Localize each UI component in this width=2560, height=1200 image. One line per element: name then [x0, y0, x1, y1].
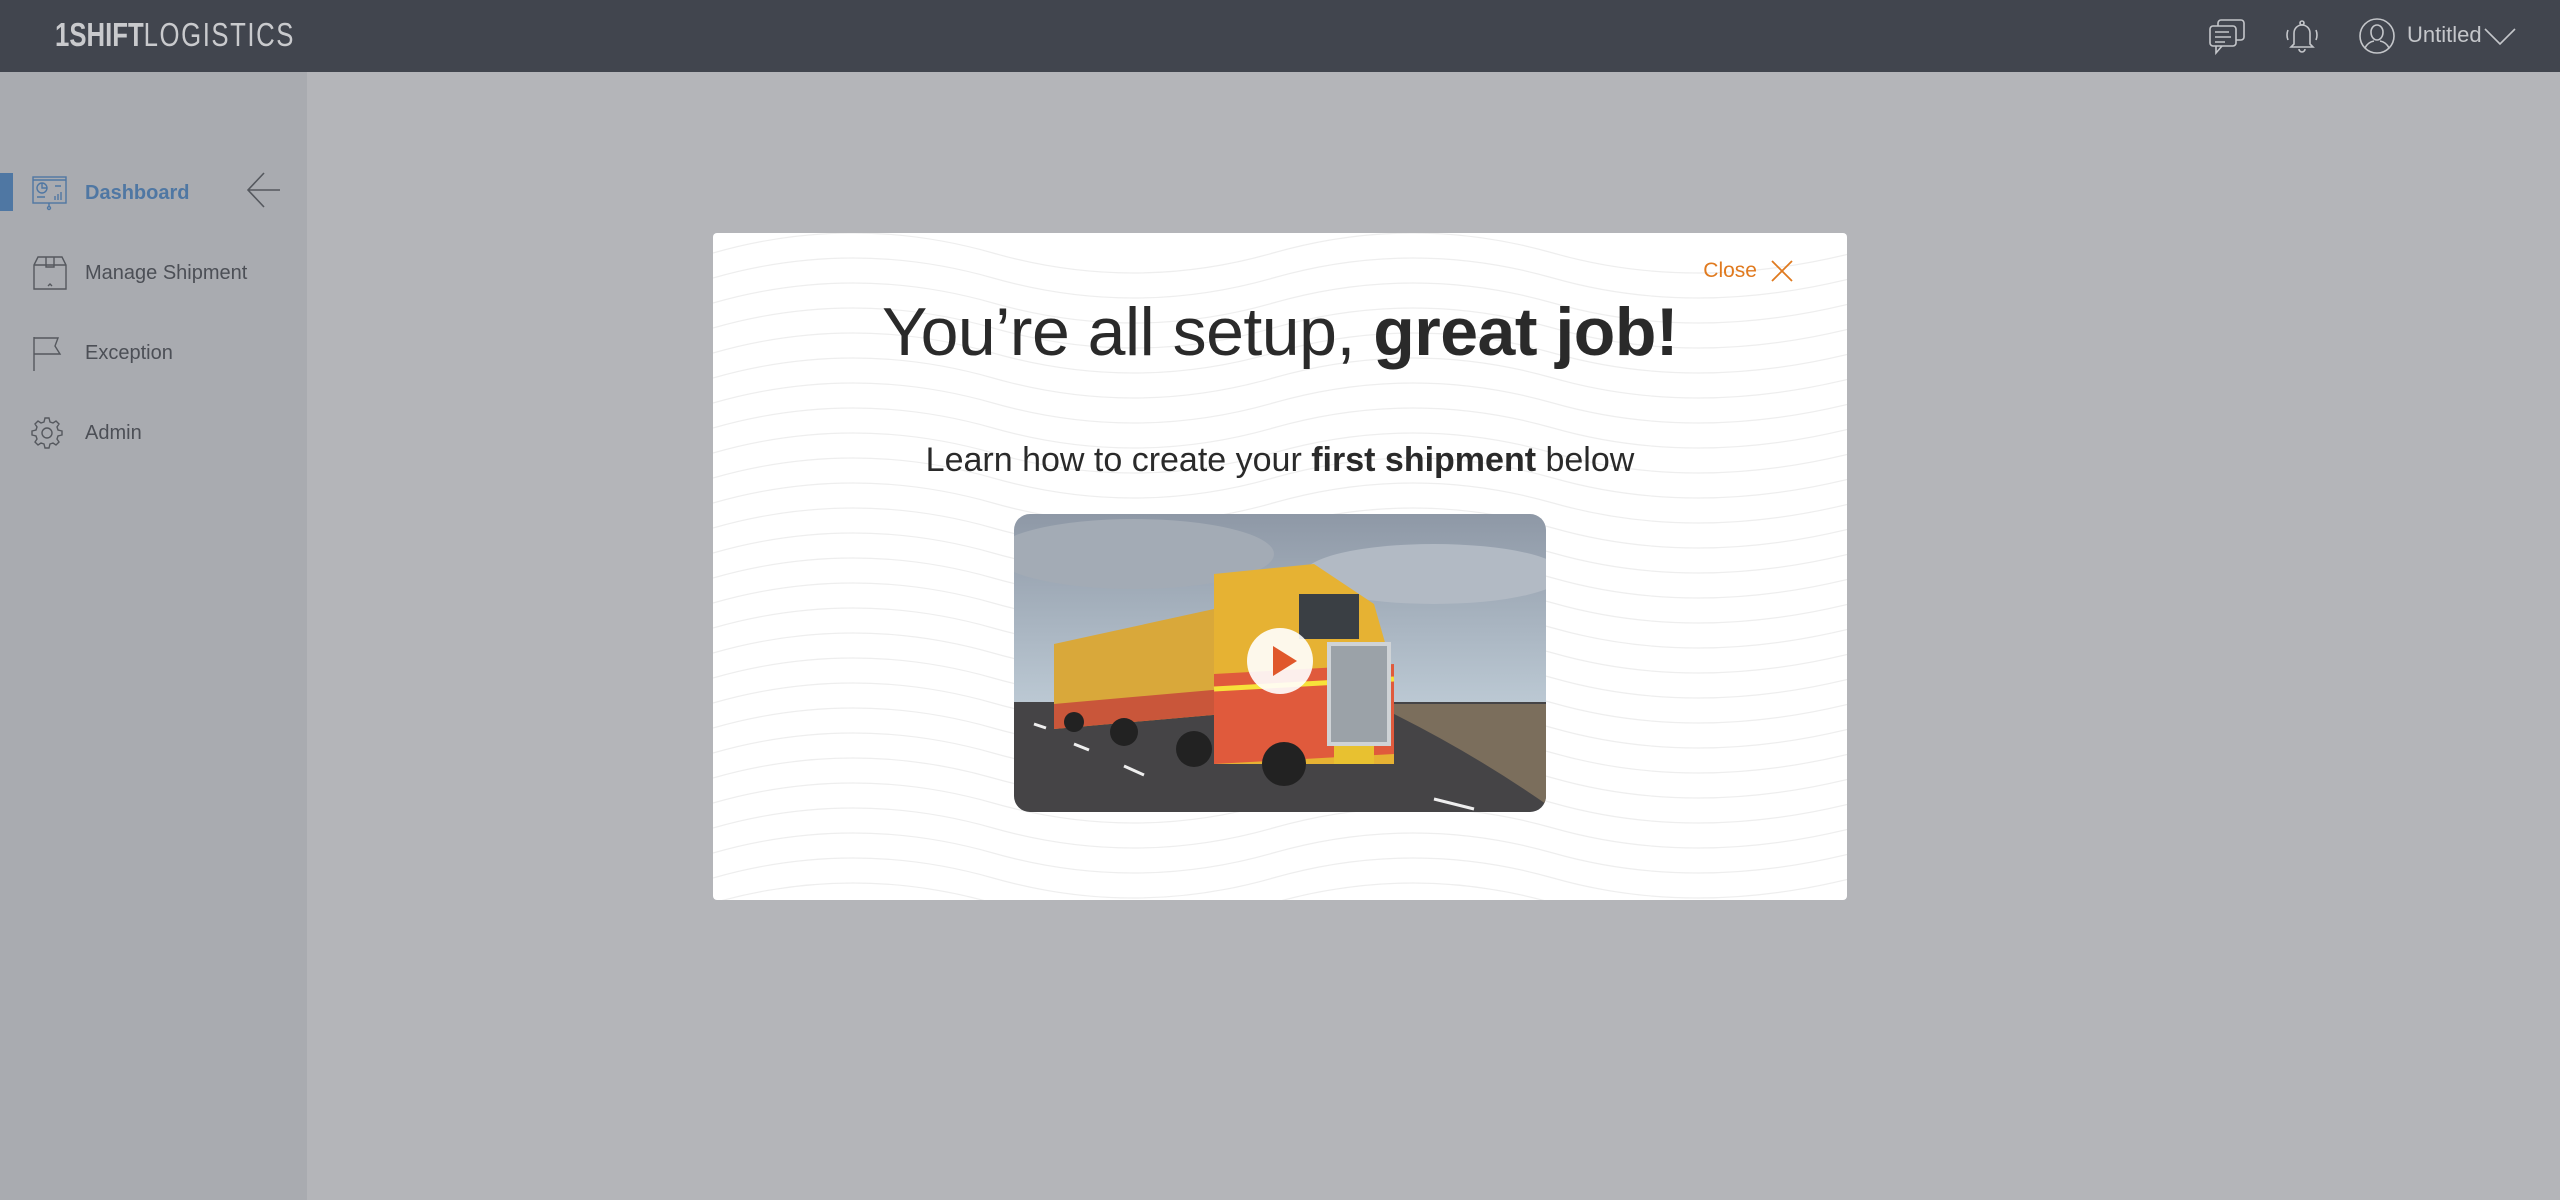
logo[interactable]: 1SHIFT LOGISTICS: [55, 16, 295, 54]
dashboard-presentation-icon: [32, 176, 67, 211]
chevron-down-icon[interactable]: [2484, 28, 2516, 46]
sidebar-item-admin[interactable]: Admin: [0, 413, 307, 453]
sidebar-item-manage-shipment[interactable]: Manage Shipment: [0, 253, 307, 293]
close-button[interactable]: Close: [1703, 259, 1793, 283]
chat-icon[interactable]: [2208, 18, 2248, 56]
modal-title: You’re all setup, great job!: [881, 294, 1679, 370]
tutorial-video[interactable]: [1014, 514, 1546, 812]
sidebar-item-dashboard[interactable]: Dashboard: [0, 173, 307, 213]
top-bar: 1SHIFT LOGISTICS Untitled: [0, 0, 2560, 72]
close-icon: [1771, 260, 1793, 282]
onboarding-modal: Close You’re all setup, great job! Learn…: [713, 233, 1847, 900]
sidebar: [0, 72, 307, 1200]
box-icon: [33, 256, 67, 290]
gear-icon: [31, 417, 63, 449]
user-avatar-icon[interactable]: [2358, 17, 2396, 55]
user-name[interactable]: Untitled: [2407, 22, 2482, 48]
sidebar-item-exception[interactable]: Exception: [0, 333, 307, 373]
bell-icon[interactable]: [2284, 18, 2320, 54]
play-icon[interactable]: [1247, 628, 1313, 694]
modal-subtitle: Learn how to create your first shipment …: [925, 441, 1635, 479]
flag-icon: [33, 337, 62, 371]
